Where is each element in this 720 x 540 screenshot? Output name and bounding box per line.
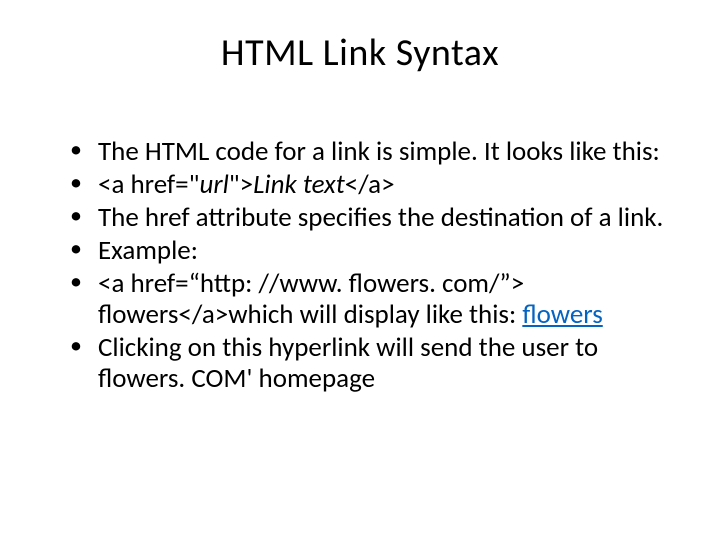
bullet-text: Clicking on this hyperlink will send the… [98, 331, 598, 395]
bullet-text: <a href=“http: //www. flowers. com/”> fl… [98, 267, 524, 331]
code-italic: url [199, 168, 228, 201]
slide-title: HTML Link Syntax [40, 30, 680, 76]
code-fragment: <a href=" [98, 168, 199, 201]
list-item: The HTML code for a link is simple. It l… [70, 136, 670, 167]
list-item: Example: [70, 235, 670, 266]
list-item: <a href=“http: //www. flowers. com/”> fl… [70, 268, 670, 330]
bullet-text: The href attribute specifies the destina… [98, 201, 663, 234]
list-item: <a href="url">Link text</a> [70, 169, 670, 200]
code-fragment: "> [229, 168, 253, 201]
bullet-text: The HTML code for a link is simple. It l… [98, 135, 660, 168]
code-fragment: </a> [345, 168, 395, 201]
code-italic: Link text [253, 168, 345, 201]
slide: HTML Link Syntax The HTML code for a lin… [0, 0, 720, 540]
hyperlink-example[interactable]: flowers [522, 298, 602, 331]
bullet-text: Example: [98, 234, 198, 267]
list-item: The href attribute specifies the destina… [70, 202, 670, 233]
list-item: Clicking on this hyperlink will send the… [70, 332, 670, 394]
bullet-list: The HTML code for a link is simple. It l… [70, 136, 670, 394]
